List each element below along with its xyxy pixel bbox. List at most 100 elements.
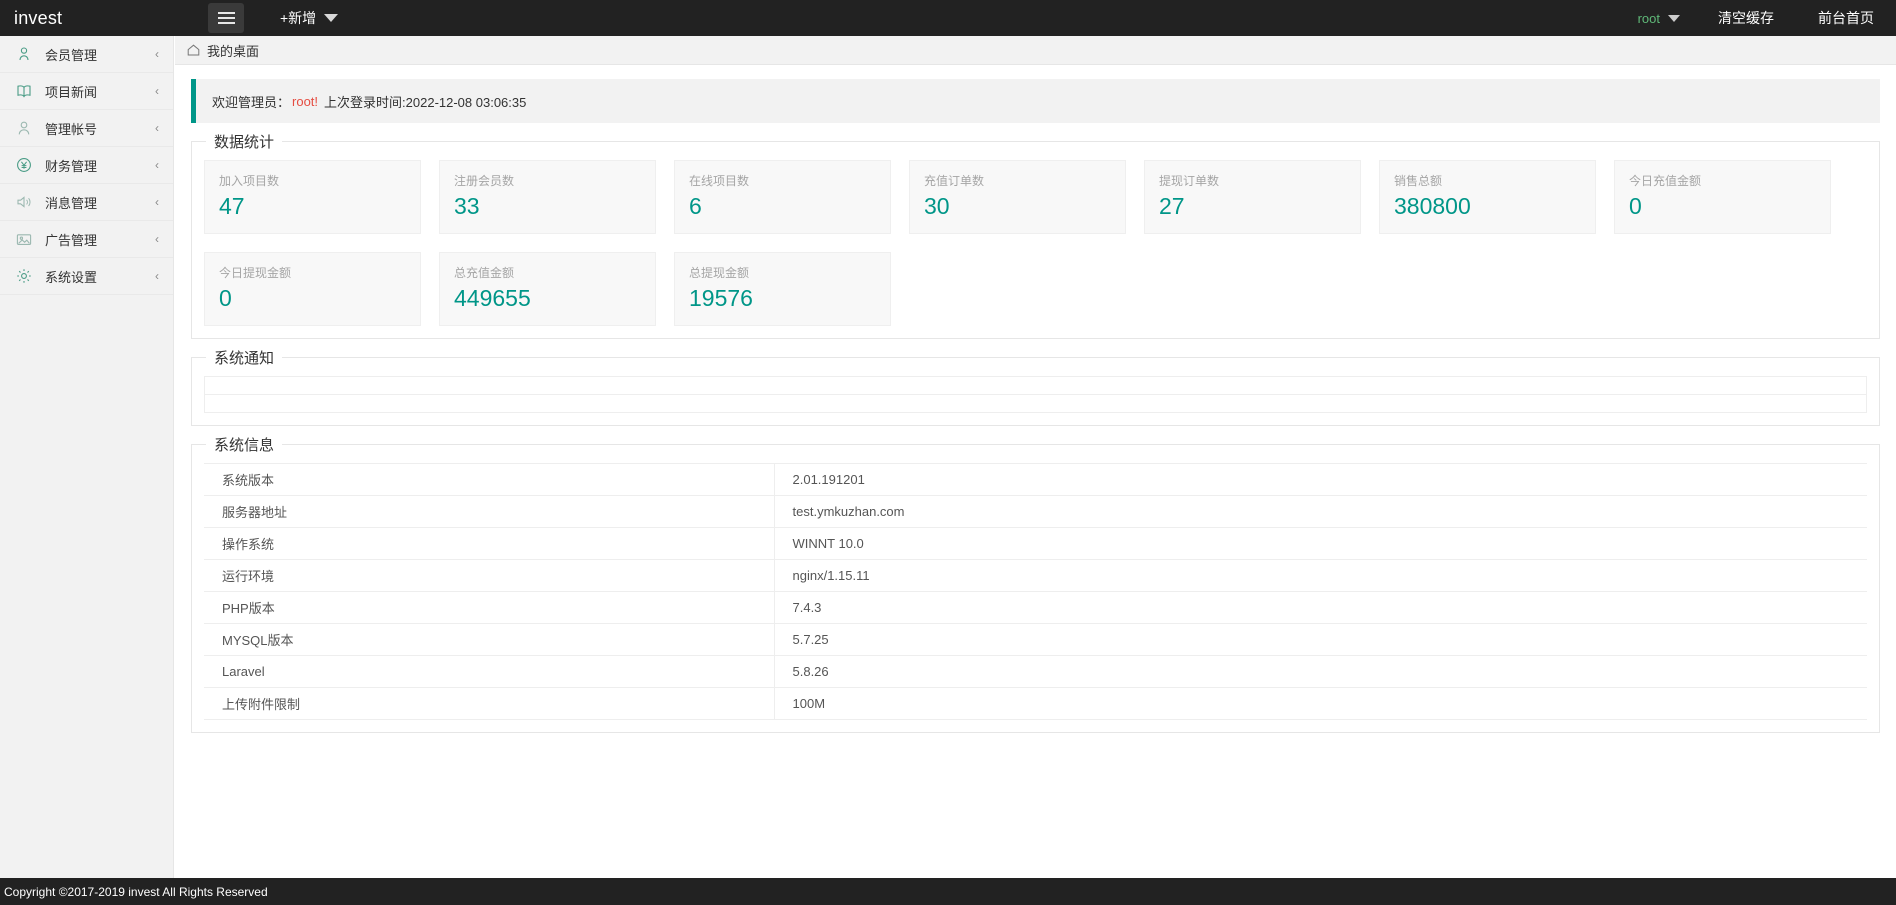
stat-card: 充值订单数 30: [909, 160, 1126, 234]
info-key: 操作系统: [204, 527, 775, 560]
info-value: 2.01.191201: [792, 472, 865, 487]
info-key: 系统版本: [204, 463, 775, 496]
stat-card-value: 30: [924, 193, 950, 219]
info-value: nginx/1.15.11: [792, 568, 870, 583]
stat-card-value: 27: [1159, 193, 1185, 219]
user-menu[interactable]: root: [1622, 11, 1696, 26]
sidebar-item-system-settings[interactable]: 系统设置 ‹: [0, 258, 173, 295]
chevron-down-icon: [324, 14, 339, 22]
sidebar-item-ads[interactable]: 广告管理 ‹: [0, 221, 173, 258]
gear-icon: [15, 267, 33, 285]
clear-cache-button[interactable]: 清空缓存: [1696, 8, 1796, 28]
welcome-user: root!: [292, 93, 319, 109]
add-new-menu[interactable]: +新增: [280, 8, 339, 28]
stat-card-value: 0: [1629, 193, 1642, 219]
book-icon: [15, 82, 33, 100]
stat-card-label: 销售总额: [1394, 174, 1443, 188]
hamburger-icon[interactable]: [208, 3, 244, 33]
info-value: 7.4.3: [792, 600, 822, 615]
info-key: 上传附件限制: [204, 687, 775, 720]
stat-card: 在线项目数 6: [674, 160, 891, 234]
notice-cell: [204, 394, 1867, 413]
chevron-left-icon: ‹: [155, 232, 159, 246]
system-info-panel: 系统信息 系统版本 2.01.191201 服务器地址 test.ymkuzha…: [191, 434, 1880, 733]
stat-card-value: 47: [219, 193, 245, 219]
sidebar-item-finance[interactable]: 财务管理 ‹: [0, 147, 173, 184]
stat-card-label: 总提现金额: [689, 266, 750, 280]
info-value: 5.8.26: [792, 664, 829, 679]
page-body: 欢迎管理员： root! 上次登录时间:2022-12-08 03:06:35 …: [175, 65, 1896, 733]
welcome-last-login: 上次登录时间:2022-12-08 03:06:35: [324, 94, 527, 110]
stat-card-label: 总充值金额: [454, 266, 515, 280]
stat-card: 总充值金额 449655: [439, 252, 656, 326]
stat-card-value: 19576: [689, 285, 753, 311]
table-row: MYSQL版本 5.7.25: [204, 623, 1867, 656]
sidebar-item-messages[interactable]: 消息管理 ‹: [0, 184, 173, 221]
stat-card: 销售总额 380800: [1379, 160, 1596, 234]
main-content: 我的桌面 欢迎管理员： root! 上次登录时间:2022-12-08 03:0…: [175, 36, 1896, 905]
top-header: invest +新增 root 清空缓存 前台首页: [0, 0, 1896, 36]
table-row: 操作系统 WINNT 10.0: [204, 527, 1867, 560]
stat-card-value: 33: [454, 193, 480, 219]
sidebar-item-label: 系统设置: [45, 269, 98, 285]
sidebar-item-label: 管理帐号: [45, 121, 98, 137]
stat-card: 加入项目数 47: [204, 160, 421, 234]
table-row: 上传附件限制 100M: [204, 687, 1867, 720]
statistics-title: 数据统计: [206, 131, 283, 152]
add-new-label: +新增: [280, 10, 317, 26]
sidebar-item-label: 项目新闻: [45, 84, 98, 100]
page-footer: Copyright ©2017-2019 invest All Rights R…: [0, 878, 1896, 905]
info-value: 100M: [792, 696, 826, 711]
system-notice-title: 系统通知: [206, 347, 283, 368]
sidebar-item-project-news[interactable]: 项目新闻 ‹: [0, 73, 173, 110]
sidebar-item-label: 财务管理: [45, 158, 98, 174]
info-key: 运行环境: [204, 559, 775, 592]
sidebar-item-label: 会员管理: [45, 47, 98, 63]
hamburger-bar: [217, 17, 235, 19]
info-value: test.ymkuzhan.com: [792, 504, 905, 519]
chevron-left-icon: ‹: [155, 47, 159, 61]
user-name-label: root: [1637, 10, 1660, 26]
stat-card-label: 充值订单数: [924, 174, 985, 188]
chevron-left-icon: ‹: [155, 158, 159, 172]
front-home-link[interactable]: 前台首页: [1796, 8, 1896, 28]
stat-card: 提现订单数 27: [1144, 160, 1361, 234]
chevron-left-icon: ‹: [155, 121, 159, 135]
chevron-down-icon: [1668, 14, 1680, 22]
brand-logo[interactable]: invest: [0, 0, 200, 36]
sidebar: 会员管理 ‹ 项目新闻 ‹ 管理帐号 ‹ 财务管理 ‹ 消息管理 ‹ 广告管理 …: [0, 36, 174, 905]
info-key: Laravel: [204, 655, 775, 688]
table-row: Laravel 5.8.26: [204, 655, 1867, 688]
stat-card-value: 380800: [1394, 193, 1471, 219]
speaker-icon: [15, 193, 33, 211]
statistics-panel: 数据统计 加入项目数 47 注册会员数 33 在线项目数 6 充值订单数 30 …: [191, 131, 1880, 339]
stat-card-value: 6: [689, 193, 702, 219]
yen-circle-icon: [15, 156, 33, 174]
notice-cell: [204, 376, 1867, 395]
stat-card: 注册会员数 33: [439, 160, 656, 234]
stat-card-value: 449655: [454, 285, 531, 311]
hamburger-bar: [217, 12, 235, 14]
stat-card-label: 在线项目数: [689, 174, 750, 188]
home-icon: [187, 44, 200, 56]
breadcrumb-current: 我的桌面: [207, 43, 260, 59]
stat-card-label: 今日提现金额: [219, 266, 292, 280]
table-row: 服务器地址 test.ymkuzhan.com: [204, 495, 1867, 528]
info-value: WINNT 10.0: [792, 536, 864, 551]
stat-card-label: 加入项目数: [219, 174, 280, 188]
sidebar-item-admin-account[interactable]: 管理帐号 ‹: [0, 110, 173, 147]
breadcrumb: 我的桌面: [175, 36, 1896, 65]
stat-card: 今日提现金额 0: [204, 252, 421, 326]
header-right-actions: root 清空缓存 前台首页: [1622, 0, 1896, 36]
system-notice-panel: 系统通知: [191, 347, 1880, 426]
copyright-text: Copyright ©2017-2019 invest All Rights R…: [4, 884, 268, 899]
system-notice-table: [204, 376, 1867, 413]
welcome-banner: 欢迎管理员： root! 上次登录时间:2022-12-08 03:06:35: [191, 79, 1880, 123]
system-info-table: 系统版本 2.01.191201 服务器地址 test.ymkuzhan.com…: [204, 463, 1867, 720]
stat-card: 总提现金额 19576: [674, 252, 891, 326]
stat-card: 今日充值金额 0: [1614, 160, 1831, 234]
hamburger-bar: [217, 22, 235, 24]
sidebar-item-members[interactable]: 会员管理 ‹: [0, 36, 173, 73]
statistics-card-grid: 加入项目数 47 注册会员数 33 在线项目数 6 充值订单数 30 提现订单数…: [204, 160, 1867, 326]
user-icon: [15, 45, 33, 63]
